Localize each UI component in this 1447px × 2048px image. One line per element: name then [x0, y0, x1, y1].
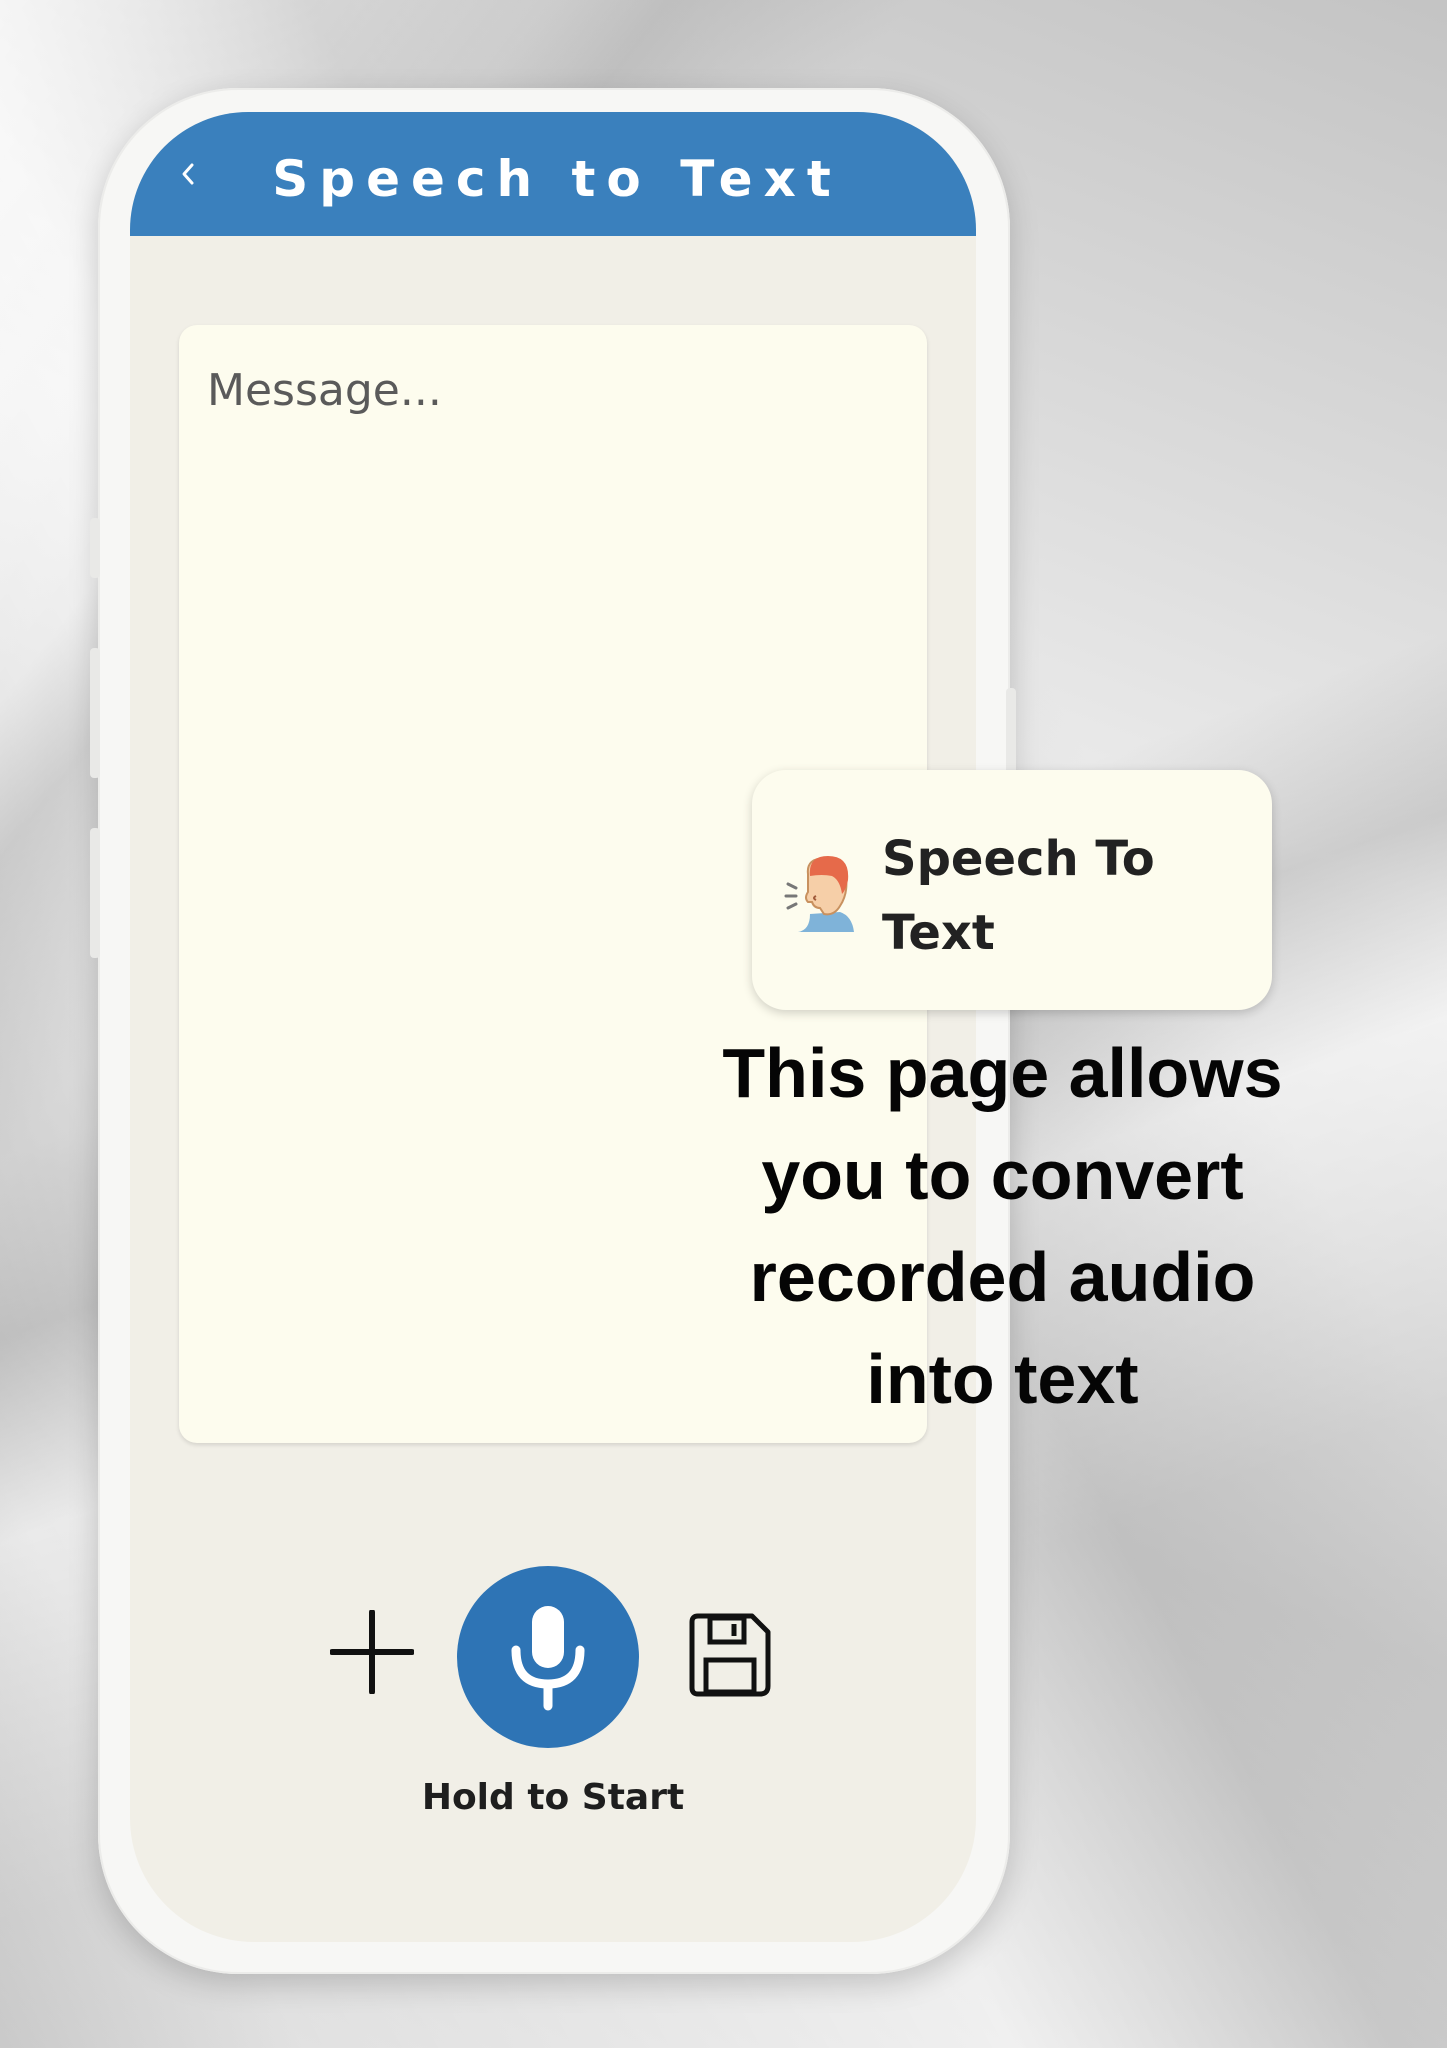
- recording-controls: [130, 1562, 976, 1752]
- microphone-icon: [511, 1606, 585, 1711]
- page-title: Speech to Text: [272, 150, 842, 208]
- caption-line: recorded audio: [749, 1238, 1256, 1316]
- feature-card-title: Speech To Text: [882, 822, 1252, 970]
- speaking-person-icon: [784, 856, 854, 932]
- record-button[interactable]: [457, 1566, 639, 1748]
- phone-side-button: [90, 828, 100, 958]
- feature-card-title-line: Speech To: [882, 831, 1155, 887]
- phone-side-button: [90, 648, 100, 778]
- add-button[interactable]: [329, 1609, 415, 1695]
- description-caption: This page allows you to convert recorded…: [690, 1022, 1315, 1430]
- floppy-disk-icon: [689, 1613, 771, 1697]
- feature-card: Speech To Text: [752, 770, 1272, 1010]
- app-header: Speech to Text: [130, 112, 976, 236]
- caption-line: you to convert: [761, 1136, 1244, 1214]
- phone-side-button: [90, 518, 100, 578]
- save-button[interactable]: [686, 1612, 772, 1698]
- caption-line: into text: [866, 1340, 1139, 1418]
- plus-icon: [329, 1609, 415, 1695]
- caption-line: This page allows: [722, 1034, 1283, 1112]
- feature-card-title-line: Text: [882, 905, 995, 961]
- hold-to-start-label: Hold to Start: [421, 1777, 685, 1818]
